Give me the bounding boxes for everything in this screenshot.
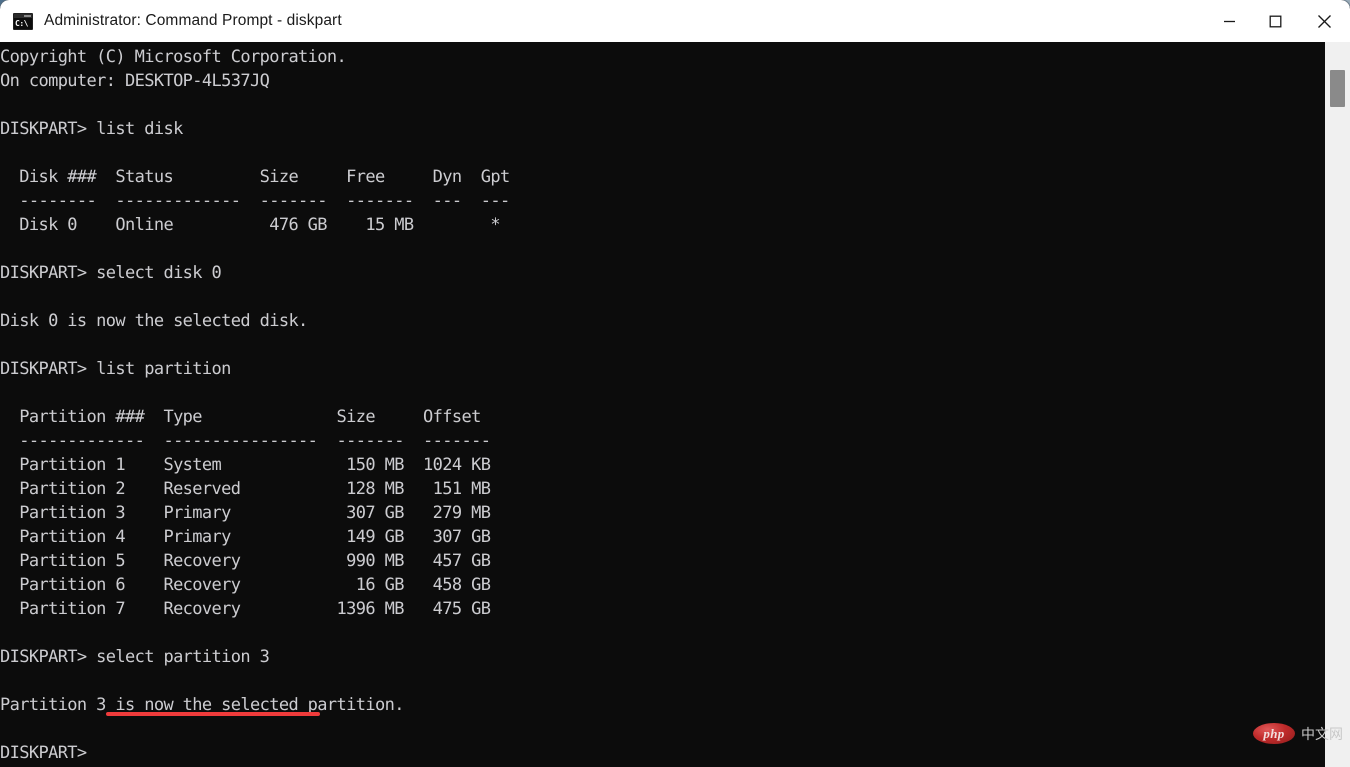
command-prompt-icon: C:\ [13, 12, 33, 30]
scrollbar-thumb[interactable] [1330, 70, 1345, 107]
close-button[interactable] [1298, 0, 1350, 42]
vertical-scrollbar[interactable] [1325, 42, 1350, 767]
maximize-button[interactable] [1252, 0, 1298, 42]
window-title-text: Administrator: Command Prompt - diskpart [44, 12, 342, 29]
command-prompt-window: C:\ Administrator: Command Prompt - disk… [0, 0, 1350, 767]
terminal-text: Copyright (C) Microsoft Corporation. On … [0, 47, 510, 763]
terminal-output-area[interactable]: Copyright (C) Microsoft Corporation. On … [0, 42, 1325, 767]
icon-prompt-glyph: C:\ [14, 17, 32, 29]
window-title-bar[interactable]: C:\ Administrator: Command Prompt - disk… [0, 0, 1350, 42]
minimize-button[interactable] [1206, 0, 1252, 42]
maximize-icon [1269, 15, 1281, 27]
window-controls [1206, 0, 1350, 42]
minimize-icon [1223, 20, 1235, 22]
close-icon [1317, 14, 1331, 28]
red-underline-annotation [106, 712, 320, 716]
